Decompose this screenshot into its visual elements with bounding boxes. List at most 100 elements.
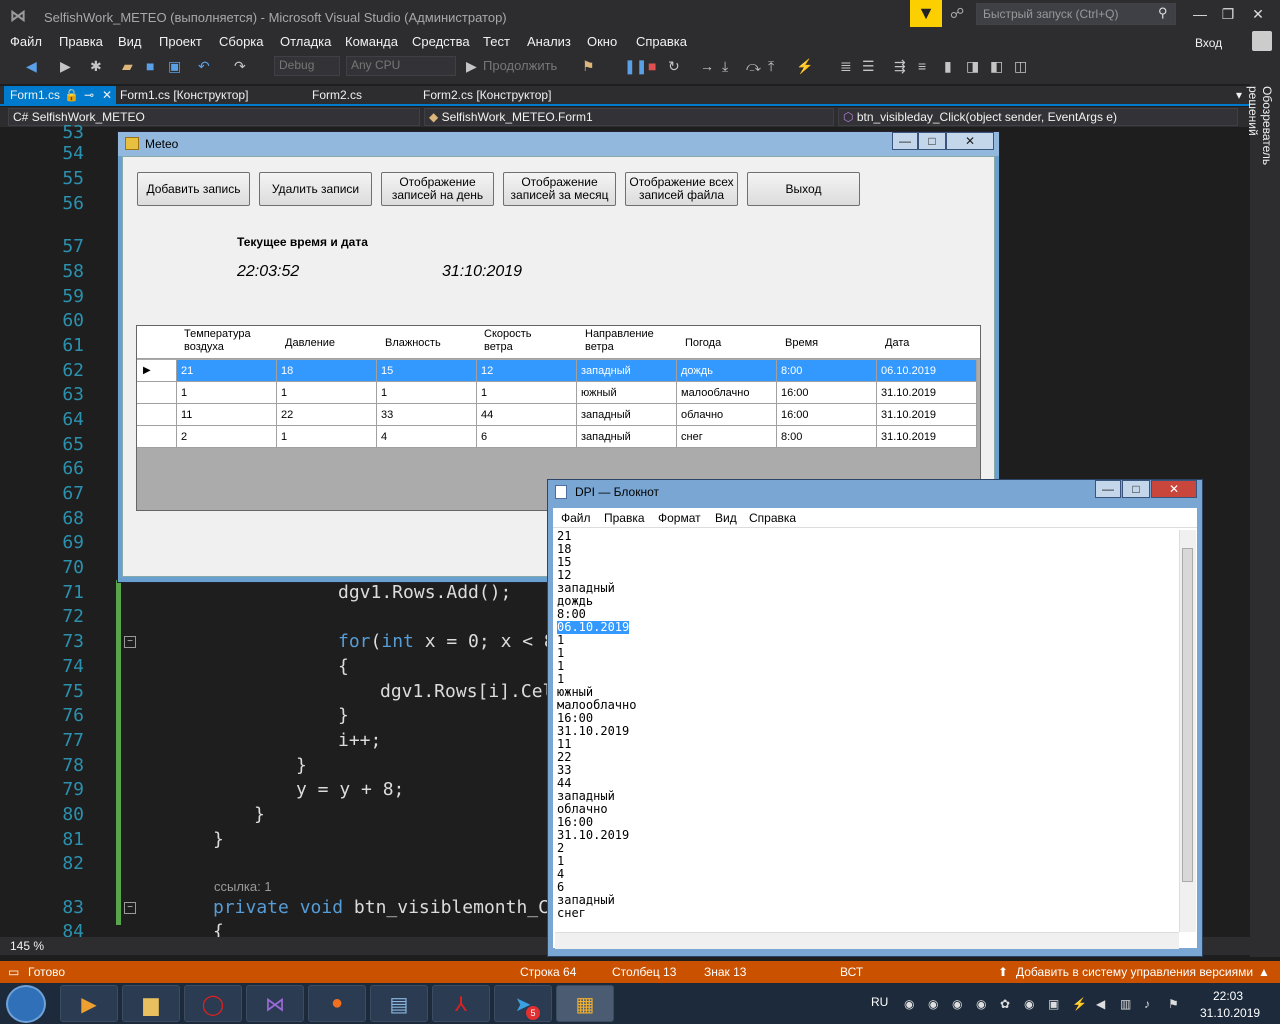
tray-app-icon[interactable]: ✿ [1000,997,1010,1011]
grid-cell[interactable]: дождь [677,360,777,382]
grid-cell[interactable]: 44 [477,404,577,426]
grid-cell[interactable]: 31.10.2019 [877,426,977,448]
menu-build[interactable]: Сборка [219,34,264,49]
tray-app-icon[interactable]: ◉ [976,997,986,1011]
forward-icon[interactable]: ▶ [60,58,71,75]
language-indicator[interactable]: RU [871,995,888,1009]
show-all-records-button[interactable]: Отображение всех записей файла [625,172,738,206]
grid-cell[interactable]: 16:00 [777,382,877,404]
stop-icon[interactable]: ■ [648,58,656,74]
column-header[interactable]: Температура воздуха [184,328,274,354]
process-icon[interactable]: ⚑ [582,58,595,75]
class-select[interactable]: ◆ SelfishWork_METEO.Form1 [424,108,834,126]
meteo-minimize-button[interactable]: — [892,132,918,150]
column-header[interactable]: Погода [685,337,721,350]
menu-window[interactable]: Окно [587,34,617,49]
column-header[interactable]: Скорость ветра [484,328,554,354]
notepad-close-button[interactable]: ✕ [1151,480,1197,498]
meteo-maximize-button[interactable]: □ [918,132,946,150]
search-icon[interactable]: ⚲ [1158,5,1168,21]
notepad-maximize-button[interactable]: □ [1122,480,1150,498]
show-next-statement-icon[interactable]: → [700,58,714,74]
grid-cell[interactable]: 06.10.2019 [877,360,977,382]
minimize-button[interactable]: — [1186,4,1214,26]
menu-file[interactable]: Файл [10,34,42,49]
meteo-title-bar[interactable] [118,132,999,156]
avatar[interactable] [1252,31,1272,51]
comment-icon[interactable]: ≡ [918,58,926,74]
volume-muted-icon[interactable]: ◀ [1096,997,1105,1011]
grid-cell[interactable]: 18 [277,360,377,382]
tab-form2-designer[interactable]: Form2.cs [Конструктор] [423,88,551,102]
grid-cell[interactable]: 31.10.2019 [877,404,977,426]
notepad-menu-help[interactable]: Справка [749,511,796,525]
notepad-menu-edit[interactable]: Правка [604,511,645,525]
menu-team[interactable]: Команда [345,34,398,49]
tab-form2-cs[interactable]: Form2.cs [312,88,362,102]
show-day-records-button[interactable]: Отображение записей на день [381,172,494,206]
bookmark-icon[interactable]: ▮ [944,58,952,75]
grid-cell[interactable]: 33 [377,404,477,426]
row-header[interactable] [137,426,177,448]
column-header[interactable]: Дата [885,337,909,350]
configuration-select[interactable]: Debug [274,56,340,76]
tab-form1-designer[interactable]: Form1.cs [Конструктор] [120,88,248,102]
open-folder-icon[interactable]: ▰ [122,58,133,75]
nvidia-icon[interactable]: ▣ [1048,997,1059,1011]
grid-cell[interactable]: облачно [677,404,777,426]
notepad-menu-view[interactable]: Вид [715,511,737,525]
grid-cell[interactable]: 21 [177,360,277,382]
feedback-icon[interactable]: ☍ [950,5,964,22]
step-over-icon[interactable]: ⤼ [746,58,761,75]
meteo-close-button[interactable]: ✕ [946,132,994,150]
pin-icon[interactable]: ⊸ [84,88,94,102]
clock-time[interactable]: 22:03 [1213,989,1243,1003]
redo-icon[interactable]: ↷ [234,58,246,75]
exit-button[interactable]: Выход [747,172,860,206]
row-header[interactable] [137,404,177,426]
tray-app-icon[interactable]: ◉ [928,997,938,1011]
notepad-minimize-button[interactable]: — [1095,480,1121,498]
volume-icon[interactable]: ♪ [1144,997,1150,1011]
step-out-icon[interactable]: ⤒ [768,58,774,75]
maximize-button[interactable]: ❐ [1214,4,1242,26]
network-icon[interactable]: ▥ [1120,997,1131,1011]
column-header[interactable]: Направление ветра [585,328,665,354]
zoom-select[interactable]: 145 % [10,939,44,953]
tray-app-icon[interactable]: ◉ [904,997,914,1011]
grid-cell[interactable]: 8:00 [777,360,877,382]
menu-test[interactable]: Тест [483,34,510,49]
continue-icon[interactable]: ▶ [466,58,477,75]
back-icon[interactable]: ◀ [26,58,37,75]
undo-icon[interactable]: ↶ [198,58,210,75]
menu-view[interactable]: Вид [118,34,142,49]
grid-cell[interactable]: западный [577,404,677,426]
save-all-icon[interactable]: ▣ [168,58,181,75]
menu-help[interactable]: Справка [636,34,687,49]
step-into-icon[interactable]: ⤓ [722,58,728,75]
tab-form1-cs[interactable]: Form1.cs [10,88,60,102]
grid-cell[interactable]: 1 [477,382,577,404]
clock-date[interactable]: 31.10.2019 [1200,1006,1260,1020]
notepad-menu-file[interactable]: Файл [561,511,591,525]
row-header[interactable] [137,382,177,404]
menu-debug[interactable]: Отладка [280,34,331,49]
clear-bookmarks-icon[interactable]: ◫ [1014,58,1027,75]
grid-cell[interactable]: 4 [377,426,477,448]
delete-records-button[interactable]: Удалить записи [259,172,372,206]
row-header[interactable]: ▶ [137,360,177,382]
sign-in-link[interactable]: Вход [1195,36,1222,50]
grid-cell[interactable]: 15 [377,360,477,382]
close-button[interactable]: ✕ [1244,4,1272,26]
hot-reload-icon[interactable]: ⚡ [796,58,813,75]
feedback-filter-icon[interactable]: ▼ [910,0,942,27]
tray-app-icon[interactable]: ◉ [952,997,962,1011]
format-icon[interactable]: ⇶ [894,58,906,75]
grid-cell[interactable]: западный [577,360,677,382]
codelens-references[interactable]: ссылка: 1 [214,879,272,894]
tab-overflow-icon[interactable]: ▾ [1236,88,1242,102]
thread-icon[interactable]: ≣ [840,58,852,75]
menu-analyze[interactable]: Анализ [527,34,571,49]
add-to-source-control-button[interactable]: Добавить в систему управления версиями [1016,965,1253,979]
notepad-text-area[interactable] [553,528,1197,948]
